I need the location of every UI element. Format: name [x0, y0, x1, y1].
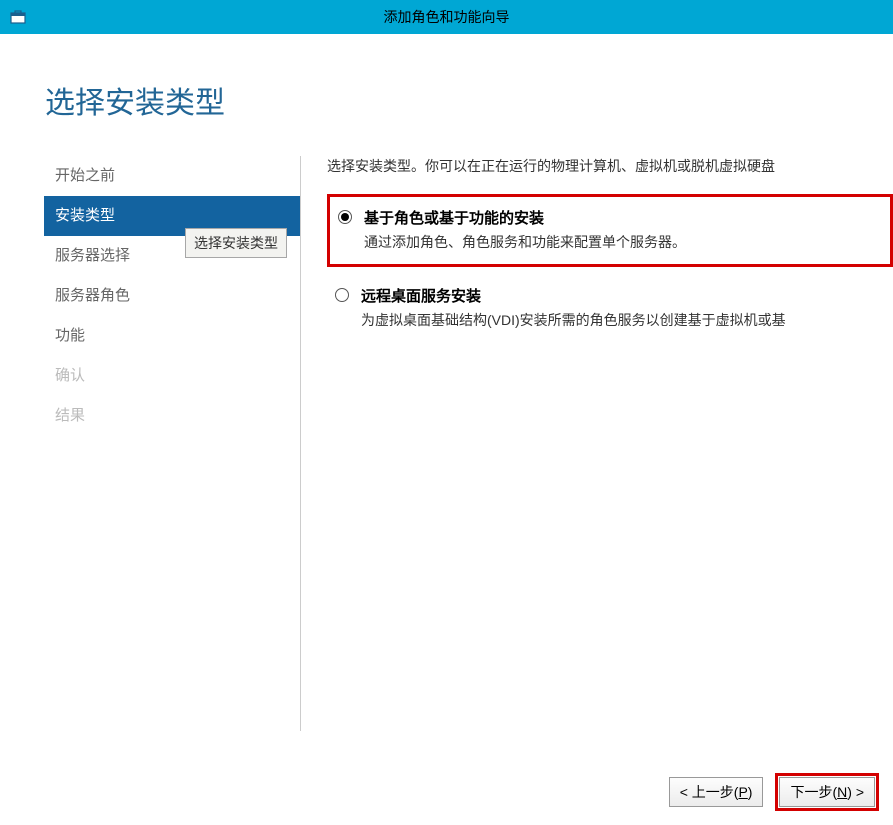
next-button[interactable]: 下一步(N) > [779, 777, 875, 807]
option-role-based[interactable]: 基于角色或基于功能的安装 通过添加角色、角色服务和功能来配置单个服务器。 [327, 194, 893, 267]
wizard-sidebar: 开始之前 安装类型 服务器选择 服务器角色 功能 确认 结果 选择安装类型 [0, 156, 300, 731]
radio-icon[interactable] [335, 288, 349, 302]
sidebar-item-confirmation: 确认 [45, 356, 300, 396]
sidebar-item-results: 结果 [45, 396, 300, 436]
main-panel: 选择安装类型。你可以在正在运行的物理计算机、虚拟机或脱机虚拟硬盘 基于角色或基于… [301, 156, 893, 731]
intro-text: 选择安装类型。你可以在正在运行的物理计算机、虚拟机或脱机虚拟硬盘 [327, 156, 893, 176]
option-title: 基于角色或基于功能的安装 [364, 207, 882, 228]
sidebar-item-features[interactable]: 功能 [45, 316, 300, 356]
option-remote-desktop[interactable]: 远程桌面服务安装 为虚拟桌面基础结构(VDI)安装所需的角色服务以创建基于虚拟机… [327, 275, 893, 342]
app-icon [10, 9, 26, 25]
sidebar-item-before-you-begin[interactable]: 开始之前 [45, 156, 300, 196]
option-title: 远程桌面服务安装 [361, 285, 885, 306]
radio-icon[interactable] [338, 210, 352, 224]
page-title: 选择安装类型 [0, 34, 893, 122]
option-desc: 为虚拟桌面基础结构(VDI)安装所需的角色服务以创建基于虚拟机或基 [361, 310, 885, 330]
sidebar-tooltip: 选择安装类型 [185, 228, 287, 258]
titlebar: 添加角色和功能向导 [0, 0, 893, 34]
sidebar-item-server-roles[interactable]: 服务器角色 [45, 276, 300, 316]
footer: < 上一步(P) 下一步(N) > [667, 773, 879, 811]
window-title: 添加角色和功能向导 [384, 7, 510, 27]
option-desc: 通过添加角色、角色服务和功能来配置单个服务器。 [364, 232, 882, 252]
previous-button[interactable]: < 上一步(P) [669, 777, 764, 807]
